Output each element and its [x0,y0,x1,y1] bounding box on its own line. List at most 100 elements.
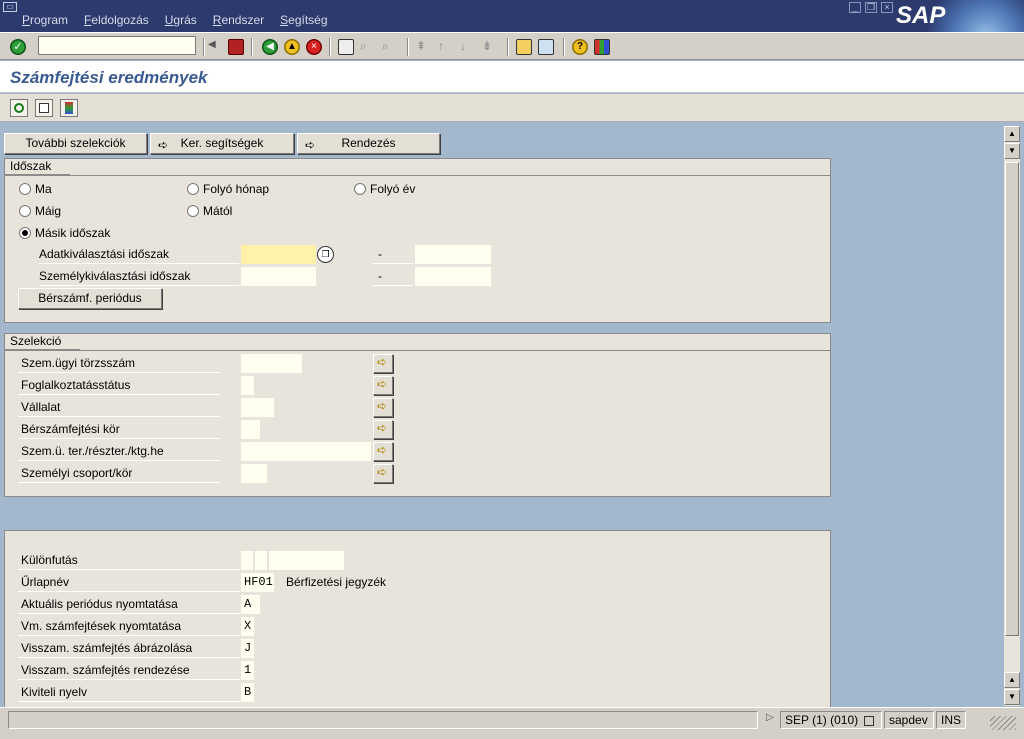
personnel-area-field[interactable] [241,442,371,461]
get-variant-icon[interactable] [35,99,53,117]
print-off-cycle-field[interactable]: X [241,617,254,636]
retro-sort-field[interactable]: 1 [241,661,254,680]
range-dash: - [373,244,413,264]
command-input[interactable] [39,37,195,54]
menu-program[interactable]: Program [14,13,76,29]
minimize-icon[interactable]: _ [849,2,861,13]
payroll-area-multi-button[interactable]: ➪ [373,420,393,439]
payroll-area-field[interactable] [241,420,260,439]
sort-button[interactable]: ➪ Rendezés [297,133,440,154]
help-icon[interactable]: ? [572,39,588,55]
back-icon[interactable]: ◀ [262,39,278,55]
print-off-cycle-label: Vm. számfejtések nyomtatása [18,616,240,636]
expand-left-icon[interactable]: ◀ [208,39,218,55]
radio-button[interactable] [187,205,199,217]
menu-system[interactable]: Rendszer [205,13,272,29]
print-current-period-field[interactable]: A [241,595,260,614]
system-menu-icon[interactable]: ▭ [3,2,17,12]
execute-icon[interactable] [10,99,28,117]
create-shortcut-icon[interactable] [538,39,554,55]
person-selection-from-field[interactable] [241,267,316,286]
menu-processing[interactable]: Feldolgozás [76,13,157,29]
restore-icon[interactable]: ❐ [865,2,877,13]
company-code-multi-button[interactable]: ➪ [373,398,393,417]
menu-bar: Program Feldolgozás Ugrás Rendszer Segít… [14,13,336,29]
radio-from-today[interactable]: Mától [187,204,232,218]
radio-up-to-today[interactable]: Máig [19,204,61,218]
payroll-period-button[interactable]: Bérszámf. periódus [18,288,162,309]
personnel-number-multi-button[interactable]: ➪ [373,354,393,373]
scroll-bottom-icon[interactable]: ▼ [1004,689,1020,705]
menu-goto[interactable]: Ugrás [157,13,205,29]
radio-current-month[interactable]: Folyó hónap [187,182,269,196]
person-selection-to-field[interactable] [415,267,491,286]
radio-current-year[interactable]: Folyó év [354,182,415,196]
title-bar: ▭ Program Feldolgozás Ugrás Rendszer Seg… [0,0,1024,32]
payroll-area-label: Bérszámfejtési kör [18,419,220,439]
radio-label: Máig [35,204,62,218]
arrow-right-icon: ➪ [377,355,388,369]
scroll-top-icon[interactable]: ▲ [1004,126,1020,142]
scroll-thumb[interactable] [1005,162,1019,636]
arrow-right-icon: ➪ [377,399,388,413]
radio-button-selected[interactable] [19,227,31,239]
employee-group-field[interactable] [241,464,267,483]
close-window-icon[interactable]: × [881,2,893,13]
first-page-icon: ⇞ [416,39,427,53]
employment-status-field[interactable] [241,376,254,395]
company-code-field[interactable] [241,398,274,417]
layout-menu-icon[interactable] [594,39,610,55]
radio-button[interactable] [354,183,366,195]
company-code-label: Vállalat [18,397,220,417]
personnel-area-multi-button[interactable]: ➪ [373,442,393,461]
personnel-number-field[interactable] [241,354,302,373]
insert-mode: INS [936,711,966,729]
system-info-text: SEP (1) (010) [785,713,859,727]
more-selections-button[interactable]: További szelekciók [4,133,147,154]
next-page-icon: ↓ [460,39,466,53]
status-bar: ▷ SEP (1) (010) sapdev INS [0,707,1024,739]
cancel-icon[interactable]: × [306,39,322,55]
page-title: Számfejtési eredmények [10,68,208,87]
enter-icon[interactable]: ✓ [10,39,26,55]
radio-button[interactable] [19,205,31,217]
form-name-field[interactable]: HF01 [241,573,274,592]
previous-page-icon: ↑ [438,39,444,53]
last-page-icon: ⇟ [482,39,493,53]
radio-other-period[interactable]: Másik időszak [19,226,110,240]
system-info[interactable]: SEP (1) (010) [780,711,882,729]
radio-button[interactable] [19,183,31,195]
save-icon[interactable] [228,39,244,55]
expand-status-icon[interactable]: ▷ [766,712,774,723]
exit-icon[interactable]: ▲ [284,39,300,55]
selection-group-title: Szelekció [5,333,80,350]
off-cycle-field-3[interactable] [269,551,344,570]
find-next-icon: ⌕ [382,39,389,53]
command-field[interactable] [38,36,196,55]
output-language-field[interactable]: B [241,683,254,702]
scroll-up-icon[interactable]: ▼ [1004,143,1020,159]
retro-display-field[interactable]: J [241,639,254,658]
data-selection-from-field[interactable] [241,245,316,264]
title-band: Számfejtési eredmények [0,61,1024,93]
print-current-period-label: Aktuális periódus nyomtatása [18,594,240,614]
data-selection-to-field[interactable] [415,245,491,264]
data-selection-period-label: Adatkiválasztási időszak [39,244,239,264]
form-name-description: Bérfizetési jegyzék [286,575,387,589]
application-toolbar [0,94,1024,122]
menu-help[interactable]: Segítség [272,13,335,29]
employment-status-multi-button[interactable]: ➪ [373,376,393,395]
program-documentation-icon[interactable] [60,99,78,117]
multiple-selection-icon[interactable]: ❐ [317,246,334,263]
print-icon[interactable] [338,39,354,55]
vertical-scrollbar[interactable]: ▲ ▼ ▲ ▼ [1004,126,1020,706]
off-cycle-field-2[interactable] [255,551,267,570]
employee-group-multi-button[interactable]: ➪ [373,464,393,483]
resize-grip-icon[interactable] [990,716,1016,730]
search-helps-button[interactable]: ➪ Ker. segítségek [150,133,294,154]
scroll-down-icon[interactable]: ▲ [1004,672,1020,688]
create-session-icon[interactable] [516,39,532,55]
radio-today[interactable]: Ma [19,182,52,196]
radio-button[interactable] [187,183,199,195]
off-cycle-field-1[interactable] [241,551,253,570]
